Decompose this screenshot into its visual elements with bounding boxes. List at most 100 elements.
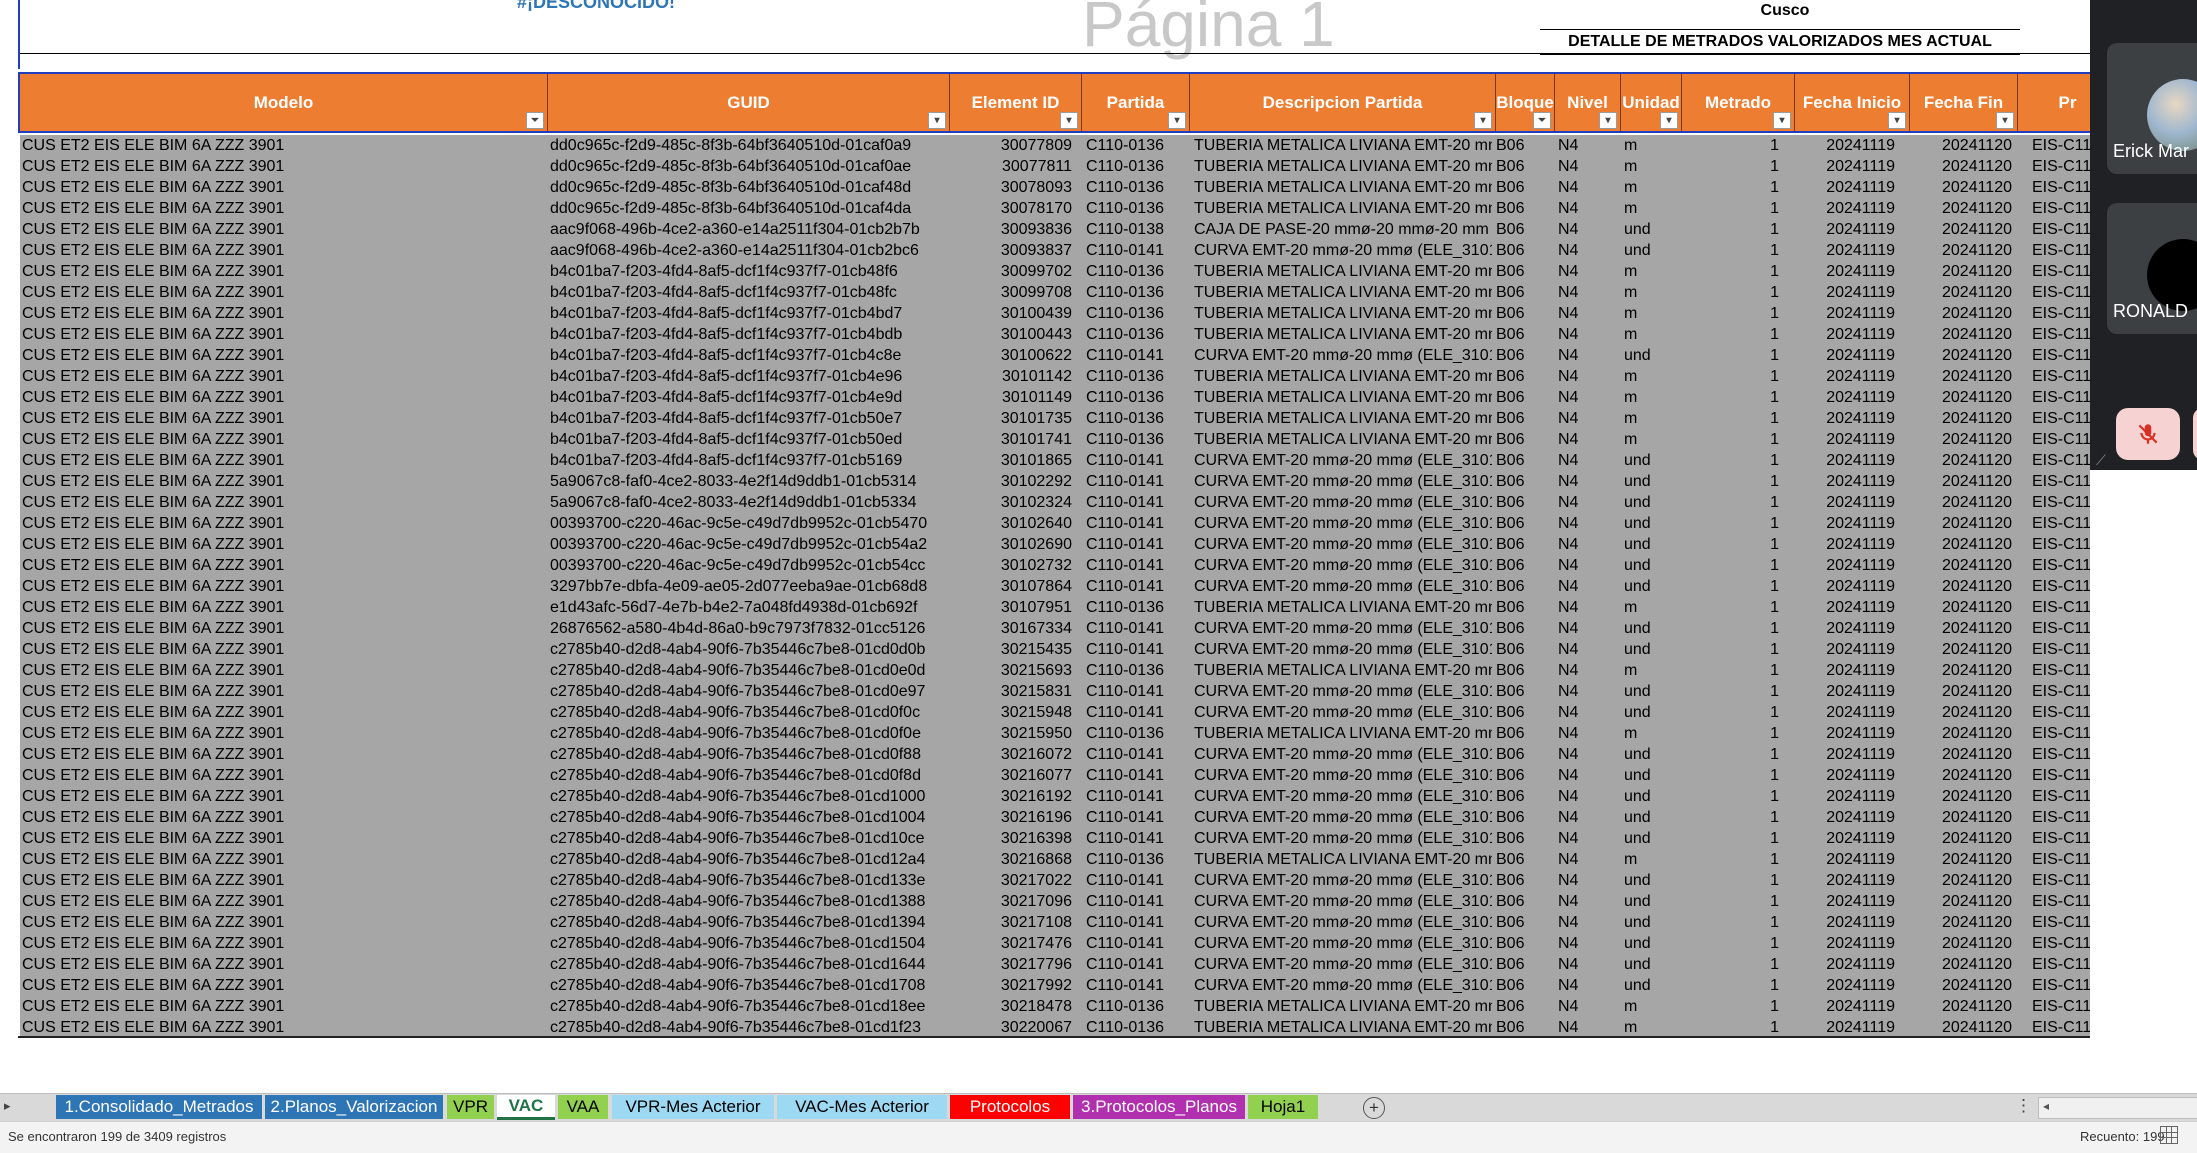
table-cell[interactable]: CUS ET2 EIS ELE BIM 6A ZZZ 3901 [22,744,547,765]
table-row[interactable]: CUS ET2 EIS ELE BIM 6A ZZZ 3901 c2785b40-… [20,744,2090,765]
table-cell[interactable]: b4c01ba7-f203-4fd4-8af5-dcf1f4c937f7-01c… [550,324,950,345]
table-cell[interactable]: C110-0141 [1086,513,1190,534]
table-cell[interactable]: und [1624,975,1680,996]
table-cell[interactable]: C110-0141 [1086,765,1190,786]
filter-dropdown-icon[interactable]: ▾ [1474,112,1492,129]
table-cell[interactable]: 20241120 [1910,303,2012,324]
table-row[interactable]: CUS ET2 EIS ELE BIM 6A ZZZ 3901 b4c01ba7-… [20,366,2090,387]
table-cell[interactable]: 1 [1682,576,1779,597]
table-cell[interactable]: CURVA EMT-20 mmø-20 mmø (ELE_3101 [1194,807,1492,828]
table-cell[interactable]: 20241119 [1795,681,1895,702]
table-cell[interactable]: 1 [1682,912,1779,933]
table-cell[interactable]: 30101865 [950,450,1072,471]
table-cell[interactable]: 30100443 [950,324,1072,345]
table-cell[interactable]: und [1624,576,1680,597]
table-cell[interactable]: N4 [1558,513,1620,534]
table-cell[interactable]: EIS-C110-ELE-EMT-00 [2032,933,2090,954]
filter-active-icon[interactable]: ⏷ [1533,112,1551,129]
table-cell[interactable]: 20241119 [1795,660,1895,681]
table-cell[interactable]: 30216196 [950,807,1072,828]
table-row[interactable]: CUS ET2 EIS ELE BIM 6A ZZZ 3901 c2785b40-… [20,975,2090,996]
table-cell[interactable]: CUS ET2 EIS ELE BIM 6A ZZZ 3901 [22,387,547,408]
table-cell[interactable]: B06 [1496,219,1554,240]
table-cell[interactable]: und [1624,681,1680,702]
table-cell[interactable]: B06 [1496,261,1554,282]
grid-view-icon[interactable] [2160,1126,2178,1144]
sheet-tab[interactable]: VPR [447,1095,494,1119]
table-cell[interactable]: und [1624,534,1680,555]
table-cell[interactable]: C110-0138 [1086,219,1190,240]
table-cell[interactable]: 20241119 [1795,954,1895,975]
table-cell[interactable]: B06 [1496,807,1554,828]
table-cell[interactable]: 20241119 [1795,303,1895,324]
table-cell[interactable]: C110-0141 [1086,828,1190,849]
table-cell[interactable]: EIS-C110-ELE-EMT-00 [2032,555,2090,576]
table-cell[interactable]: 20241119 [1795,828,1895,849]
table-cell[interactable]: N4 [1558,849,1620,870]
table-cell[interactable]: C110-0136 [1086,324,1190,345]
table-cell[interactable]: 30101741 [950,429,1072,450]
table-cell[interactable]: B06 [1496,303,1554,324]
table-cell[interactable]: 30217796 [950,954,1072,975]
column-header[interactable]: Pr [2018,74,2090,131]
table-cell[interactable]: B06 [1496,765,1554,786]
table-cell[interactable]: C110-0136 [1086,429,1190,450]
table-cell[interactable]: TUBERIA METALICA LIVIANA EMT-20 mm [1194,429,1492,450]
table-cell[interactable]: N4 [1558,198,1620,219]
table-cell[interactable]: m [1624,282,1680,303]
table-cell[interactable]: CUS ET2 EIS ELE BIM 6A ZZZ 3901 [22,429,547,450]
table-cell[interactable]: TUBERIA METALICA LIVIANA EMT-20 mm [1194,366,1492,387]
table-row[interactable]: CUS ET2 EIS ELE BIM 6A ZZZ 3901 dd0c965c-… [20,177,2090,198]
table-cell[interactable]: C110-0141 [1086,471,1190,492]
table-cell[interactable]: EIS-C11 [2032,240,2090,261]
table-row[interactable]: CUS ET2 EIS ELE BIM 6A ZZZ 3901 b4c01ba7-… [20,345,2090,366]
table-cell[interactable]: N4 [1558,219,1620,240]
column-header[interactable]: Descripcion Partida ▾ [1190,74,1496,131]
table-cell[interactable]: 20241120 [1910,387,2012,408]
table-cell[interactable]: TUBERIA METALICA LIVIANA EMT-20 mm [1194,261,1492,282]
table-cell[interactable]: CUS ET2 EIS ELE BIM 6A ZZZ 3901 [22,450,547,471]
participant-tile[interactable]: RONALD [2107,203,2197,334]
table-cell[interactable]: C110-0136 [1086,366,1190,387]
table-cell[interactable]: CURVA EMT-20 mmø-20 mmø (ELE_3101 [1194,555,1492,576]
table-cell[interactable]: B06 [1496,870,1554,891]
table-cell[interactable]: CUS ET2 EIS ELE BIM 6A ZZZ 3901 [22,765,547,786]
table-cell[interactable]: C110-0141 [1086,912,1190,933]
table-cell[interactable]: m [1624,198,1680,219]
table-cell[interactable]: EIS-C110-ELE-EMT-00 [2032,765,2090,786]
table-cell[interactable]: 20241120 [1910,807,2012,828]
horizontal-scrollbar[interactable]: ◂ [2038,1097,2197,1119]
table-cell[interactable]: C110-0136 [1086,261,1190,282]
table-cell[interactable]: 20241119 [1795,975,1895,996]
table-cell[interactable]: EIS-C11 [2032,450,2090,471]
table-cell[interactable]: TUBERIA METALICA LIVIANA EMT-20 mm [1194,996,1492,1017]
table-cell[interactable]: 30167334 [950,618,1072,639]
table-cell[interactable]: c2785b40-d2d8-4ab4-90f6-7b35446c7be8-01c… [550,744,950,765]
table-cell[interactable]: c2785b40-d2d8-4ab4-90f6-7b35446c7be8-01c… [550,954,950,975]
table-cell[interactable]: m [1624,261,1680,282]
table-cell[interactable]: b4c01ba7-f203-4fd4-8af5-dcf1f4c937f7-01c… [550,450,950,471]
table-cell[interactable]: B06 [1496,450,1554,471]
table-cell[interactable]: CUS ET2 EIS ELE BIM 6A ZZZ 3901 [22,534,547,555]
table-cell[interactable]: EIS-C110-ELE-EMT-00 [2032,786,2090,807]
filter-active-icon[interactable]: ⏷ [526,112,544,129]
table-cell[interactable]: CURVA EMT-20 mmø-20 mmø (ELE_3101 [1194,786,1492,807]
table-cell[interactable]: C110-0141 [1086,933,1190,954]
table-cell[interactable]: 00393700-c220-46ac-9c5e-c49d7db9952c-01c… [550,513,950,534]
table-cell[interactable]: N4 [1558,870,1620,891]
table-cell[interactable]: m [1624,723,1680,744]
table-cell[interactable]: und [1624,954,1680,975]
table-cell[interactable]: 20241120 [1910,282,2012,303]
table-cell[interactable]: dd0c965c-f2d9-485c-8f3b-64bf3640510d-01c… [550,135,950,156]
table-cell[interactable]: 20241119 [1795,849,1895,870]
mute-button[interactable] [2116,408,2180,460]
column-header[interactable]: Bloque ⏷ [1496,74,1555,131]
table-cell[interactable]: b4c01ba7-f203-4fd4-8af5-dcf1f4c937f7-01c… [550,429,950,450]
table-cell[interactable]: und [1624,555,1680,576]
table-cell[interactable]: B06 [1496,177,1554,198]
table-cell[interactable]: b4c01ba7-f203-4fd4-8af5-dcf1f4c937f7-01c… [550,282,950,303]
table-cell[interactable]: c2785b40-d2d8-4ab4-90f6-7b35446c7be8-01c… [550,681,950,702]
table-row[interactable]: CUS ET2 EIS ELE BIM 6A ZZZ 3901 c2785b40-… [20,849,2090,870]
table-cell[interactable]: 1 [1682,135,1779,156]
table-cell[interactable]: N4 [1558,555,1620,576]
